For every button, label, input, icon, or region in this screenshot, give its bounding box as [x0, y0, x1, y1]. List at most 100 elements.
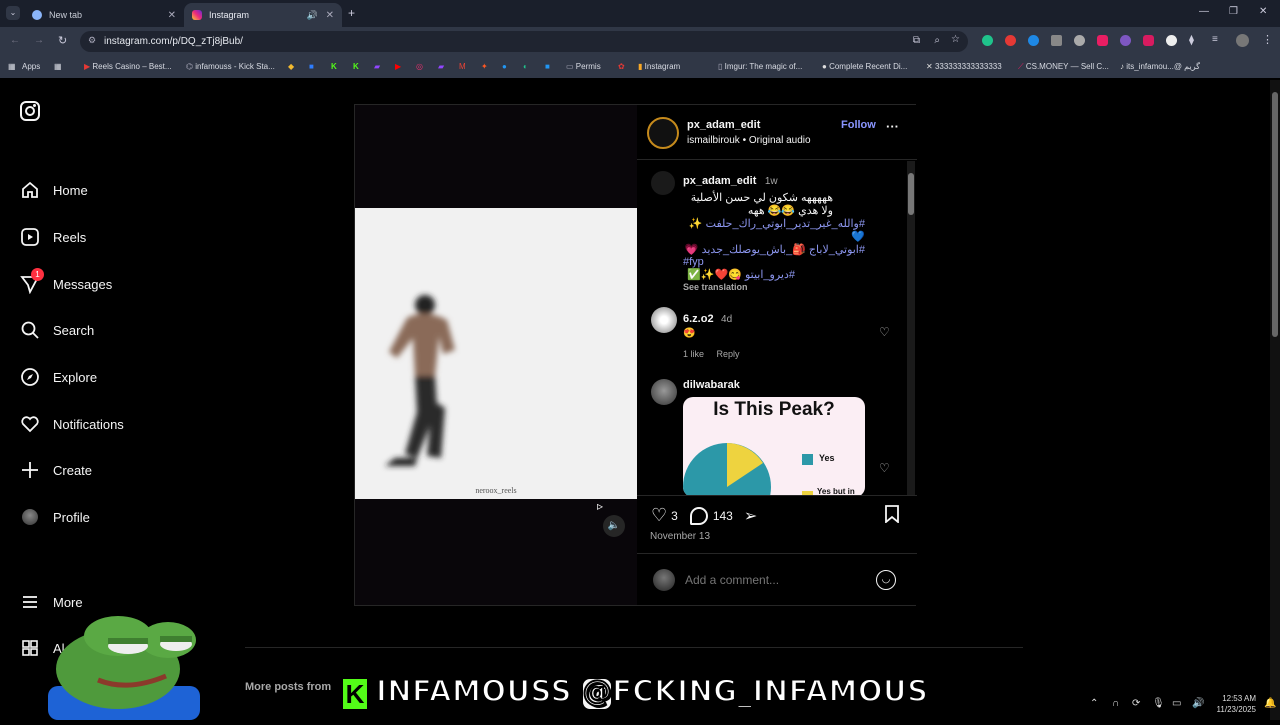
extension-icon[interactable] [1143, 35, 1154, 46]
bookmark-333[interactable]: ✕ 333333333333333 [926, 62, 1002, 71]
see-translation-link[interactable]: See translation [683, 282, 883, 292]
extensions-puzzle-icon[interactable]: ⧫ [1189, 35, 1194, 46]
sidebar-item-more[interactable]: More [20, 592, 83, 612]
extension-icon[interactable] [1120, 35, 1131, 46]
instagram-icon[interactable]: ◎ [416, 62, 423, 71]
tab-instagram[interactable]: Instagram 🔊 ✕ [184, 3, 342, 27]
zoom-icon[interactable]: ⌕ [934, 35, 940, 46]
comments-scrollbar[interactable] [907, 161, 915, 495]
extension-icon[interactable] [1097, 35, 1108, 46]
bookmark-icon-blue[interactable]: ■ [545, 62, 550, 71]
microphone-icon[interactable]: 🎙 [1152, 698, 1165, 709]
profile-avatar-icon[interactable] [1236, 34, 1249, 47]
more-options-icon[interactable]: ··· [886, 119, 899, 134]
comment-avatar[interactable] [651, 379, 677, 405]
site-info-icon[interactable]: ⚙ [88, 35, 96, 46]
gmail-icon[interactable]: M [459, 62, 466, 71]
twitch-icon[interactable]: ▰ [438, 62, 444, 71]
sidebar-item-create[interactable]: Create [20, 460, 92, 480]
comments-scroll-thumb[interactable] [908, 173, 914, 215]
volume-icon[interactable]: 🔊 [1192, 698, 1204, 709]
comment-username[interactable]: dilwabarak [683, 379, 740, 391]
sidebar-item-notifications[interactable]: Notifications [20, 414, 124, 434]
extension-icon[interactable] [1005, 35, 1016, 46]
extension-icon[interactable] [1166, 35, 1177, 46]
bookmark-apps[interactable]: Apps [22, 62, 40, 71]
post-author-username[interactable]: px_adam_edit [687, 119, 760, 131]
sidebar-item-messages[interactable]: 1 Messages [20, 268, 112, 294]
hashtag-line[interactable]: #والله_غير_تدير_ابوتي_راك_حلفت ✨💙 [683, 217, 865, 243]
kick-icon[interactable]: K [353, 62, 359, 71]
bookmark-kick[interactable]: ⌬ infamouss - Kick Sta... [186, 62, 275, 71]
hashtag-line[interactable]: #fyp [683, 256, 883, 268]
sidebar-item-home[interactable]: Home [20, 180, 88, 200]
share-send-icon[interactable]: ➢ [744, 506, 757, 526]
bookmark-icon-blue[interactable]: ■ [309, 62, 314, 71]
comment-bubble-icon[interactable] [689, 506, 708, 525]
tab-new-tab[interactable]: New tab ✕ [24, 3, 184, 27]
close-tab-icon[interactable]: ✕ [168, 10, 176, 21]
tab-list-button[interactable]: ⌄ [6, 6, 20, 20]
author-avatar[interactable] [647, 117, 679, 149]
bookmark-icon-red[interactable]: ✿ [618, 62, 625, 71]
apps-grid-icon[interactable]: ▦ [8, 62, 16, 71]
back-arrow-icon[interactable]: ← [10, 35, 20, 46]
clock[interactable]: 12:53 AM 11/23/2025 [1208, 693, 1256, 715]
comment-username[interactable]: 6.z.o2 [683, 313, 714, 325]
like-heart-icon[interactable]: ♡ [651, 505, 667, 526]
cast-icon[interactable]: ⧉ [913, 35, 920, 46]
tray-chevron-icon[interactable]: ⌃ [1090, 698, 1098, 709]
sidebar-item-search[interactable]: Search [20, 320, 94, 340]
hashtag-line[interactable]: #ديرو_ابيتو 😋❤️✨✅ [683, 268, 795, 281]
caption-username[interactable]: px_adam_edit [683, 175, 756, 187]
new-tab-button[interactable]: + [348, 6, 355, 20]
page-scrollbar[interactable] [1270, 80, 1280, 720]
bookmark-csmoney[interactable]: ⟋ CS.MONEY — Sell C... [1018, 62, 1109, 72]
sync-icon[interactable]: ⟳ [1132, 698, 1140, 709]
reel-video-player[interactable]: neroox_reels 🔈 ▹ [355, 105, 637, 605]
comment-like-heart-icon[interactable]: ♡ [879, 325, 890, 339]
save-bookmark-icon[interactable] [885, 505, 899, 524]
bookmark-instagram[interactable]: ▮ Instagram [638, 62, 680, 71]
bookmark-github[interactable]: ● Complete Recent Di... [822, 62, 907, 71]
binance-icon[interactable]: ◆ [288, 62, 294, 71]
kick-icon[interactable]: K [331, 62, 337, 71]
bookmark-icon-blue[interactable]: ● [502, 62, 507, 71]
follow-button[interactable]: Follow [841, 119, 876, 131]
bookmark-imgur[interactable]: ▯ Imgur: The magic of... [718, 62, 802, 71]
bookmark-icon-green[interactable]: ◐ [523, 62, 528, 71]
youtube-icon[interactable]: ▶ [395, 62, 401, 71]
reload-icon[interactable]: ↻ [58, 34, 67, 47]
hashtag-line[interactable]: #ابوتي_لاباج 🎒_باش_يوصلك_جديد 💗 [683, 243, 865, 256]
restore-window-button[interactable]: ❐ [1229, 6, 1238, 17]
headset-icon[interactable]: ∩ [1112, 698, 1119, 709]
sidebar-item-explore[interactable]: Explore [20, 367, 97, 387]
sidebar-item-profile[interactable]: Profile [20, 507, 90, 527]
tab-audio-icon[interactable]: 🔊 [307, 10, 318, 21]
extension-icon[interactable] [1074, 35, 1085, 46]
sidebar-item-reels[interactable]: Reels [20, 227, 86, 247]
page-scroll-thumb[interactable] [1272, 92, 1278, 337]
bookmark-star-icon[interactable]: ☆ [951, 34, 960, 45]
notification-bell-icon[interactable]: 🔔 [1264, 698, 1276, 709]
caption-avatar[interactable] [651, 171, 675, 195]
comment-image[interactable]: Is This Peak? Yes Yes but in [683, 397, 865, 495]
comment-avatar[interactable] [651, 307, 677, 333]
comment-reply-button[interactable]: Reply [717, 349, 740, 359]
comment-count[interactable]: 143 [713, 509, 733, 523]
kebab-menu-icon[interactable]: ⋮ [1262, 33, 1273, 46]
close-tab-icon[interactable]: ✕ [326, 10, 334, 21]
add-comment-input[interactable] [685, 571, 875, 589]
like-count[interactable]: 3 [671, 509, 678, 523]
bookmark-icon-orange[interactable]: ✦ [481, 62, 488, 71]
comment-like-count[interactable]: 1 like [683, 349, 704, 359]
extension-icon[interactable] [982, 35, 993, 46]
emoji-picker-icon[interactable]: ◡ [876, 570, 896, 590]
forward-arrow-icon[interactable]: → [34, 35, 44, 46]
bookmark-tiktok[interactable]: ♪ its_infamou...@ گريم [1120, 62, 1200, 71]
extension-icon[interactable] [1051, 35, 1062, 46]
network-icon[interactable]: ▭ [1172, 698, 1181, 709]
minimize-window-button[interactable]: — [1199, 6, 1209, 17]
audio-info[interactable]: ismailbirouk • Original audio [687, 135, 811, 146]
audio-toggle-icon[interactable]: 🔈 [603, 515, 625, 537]
